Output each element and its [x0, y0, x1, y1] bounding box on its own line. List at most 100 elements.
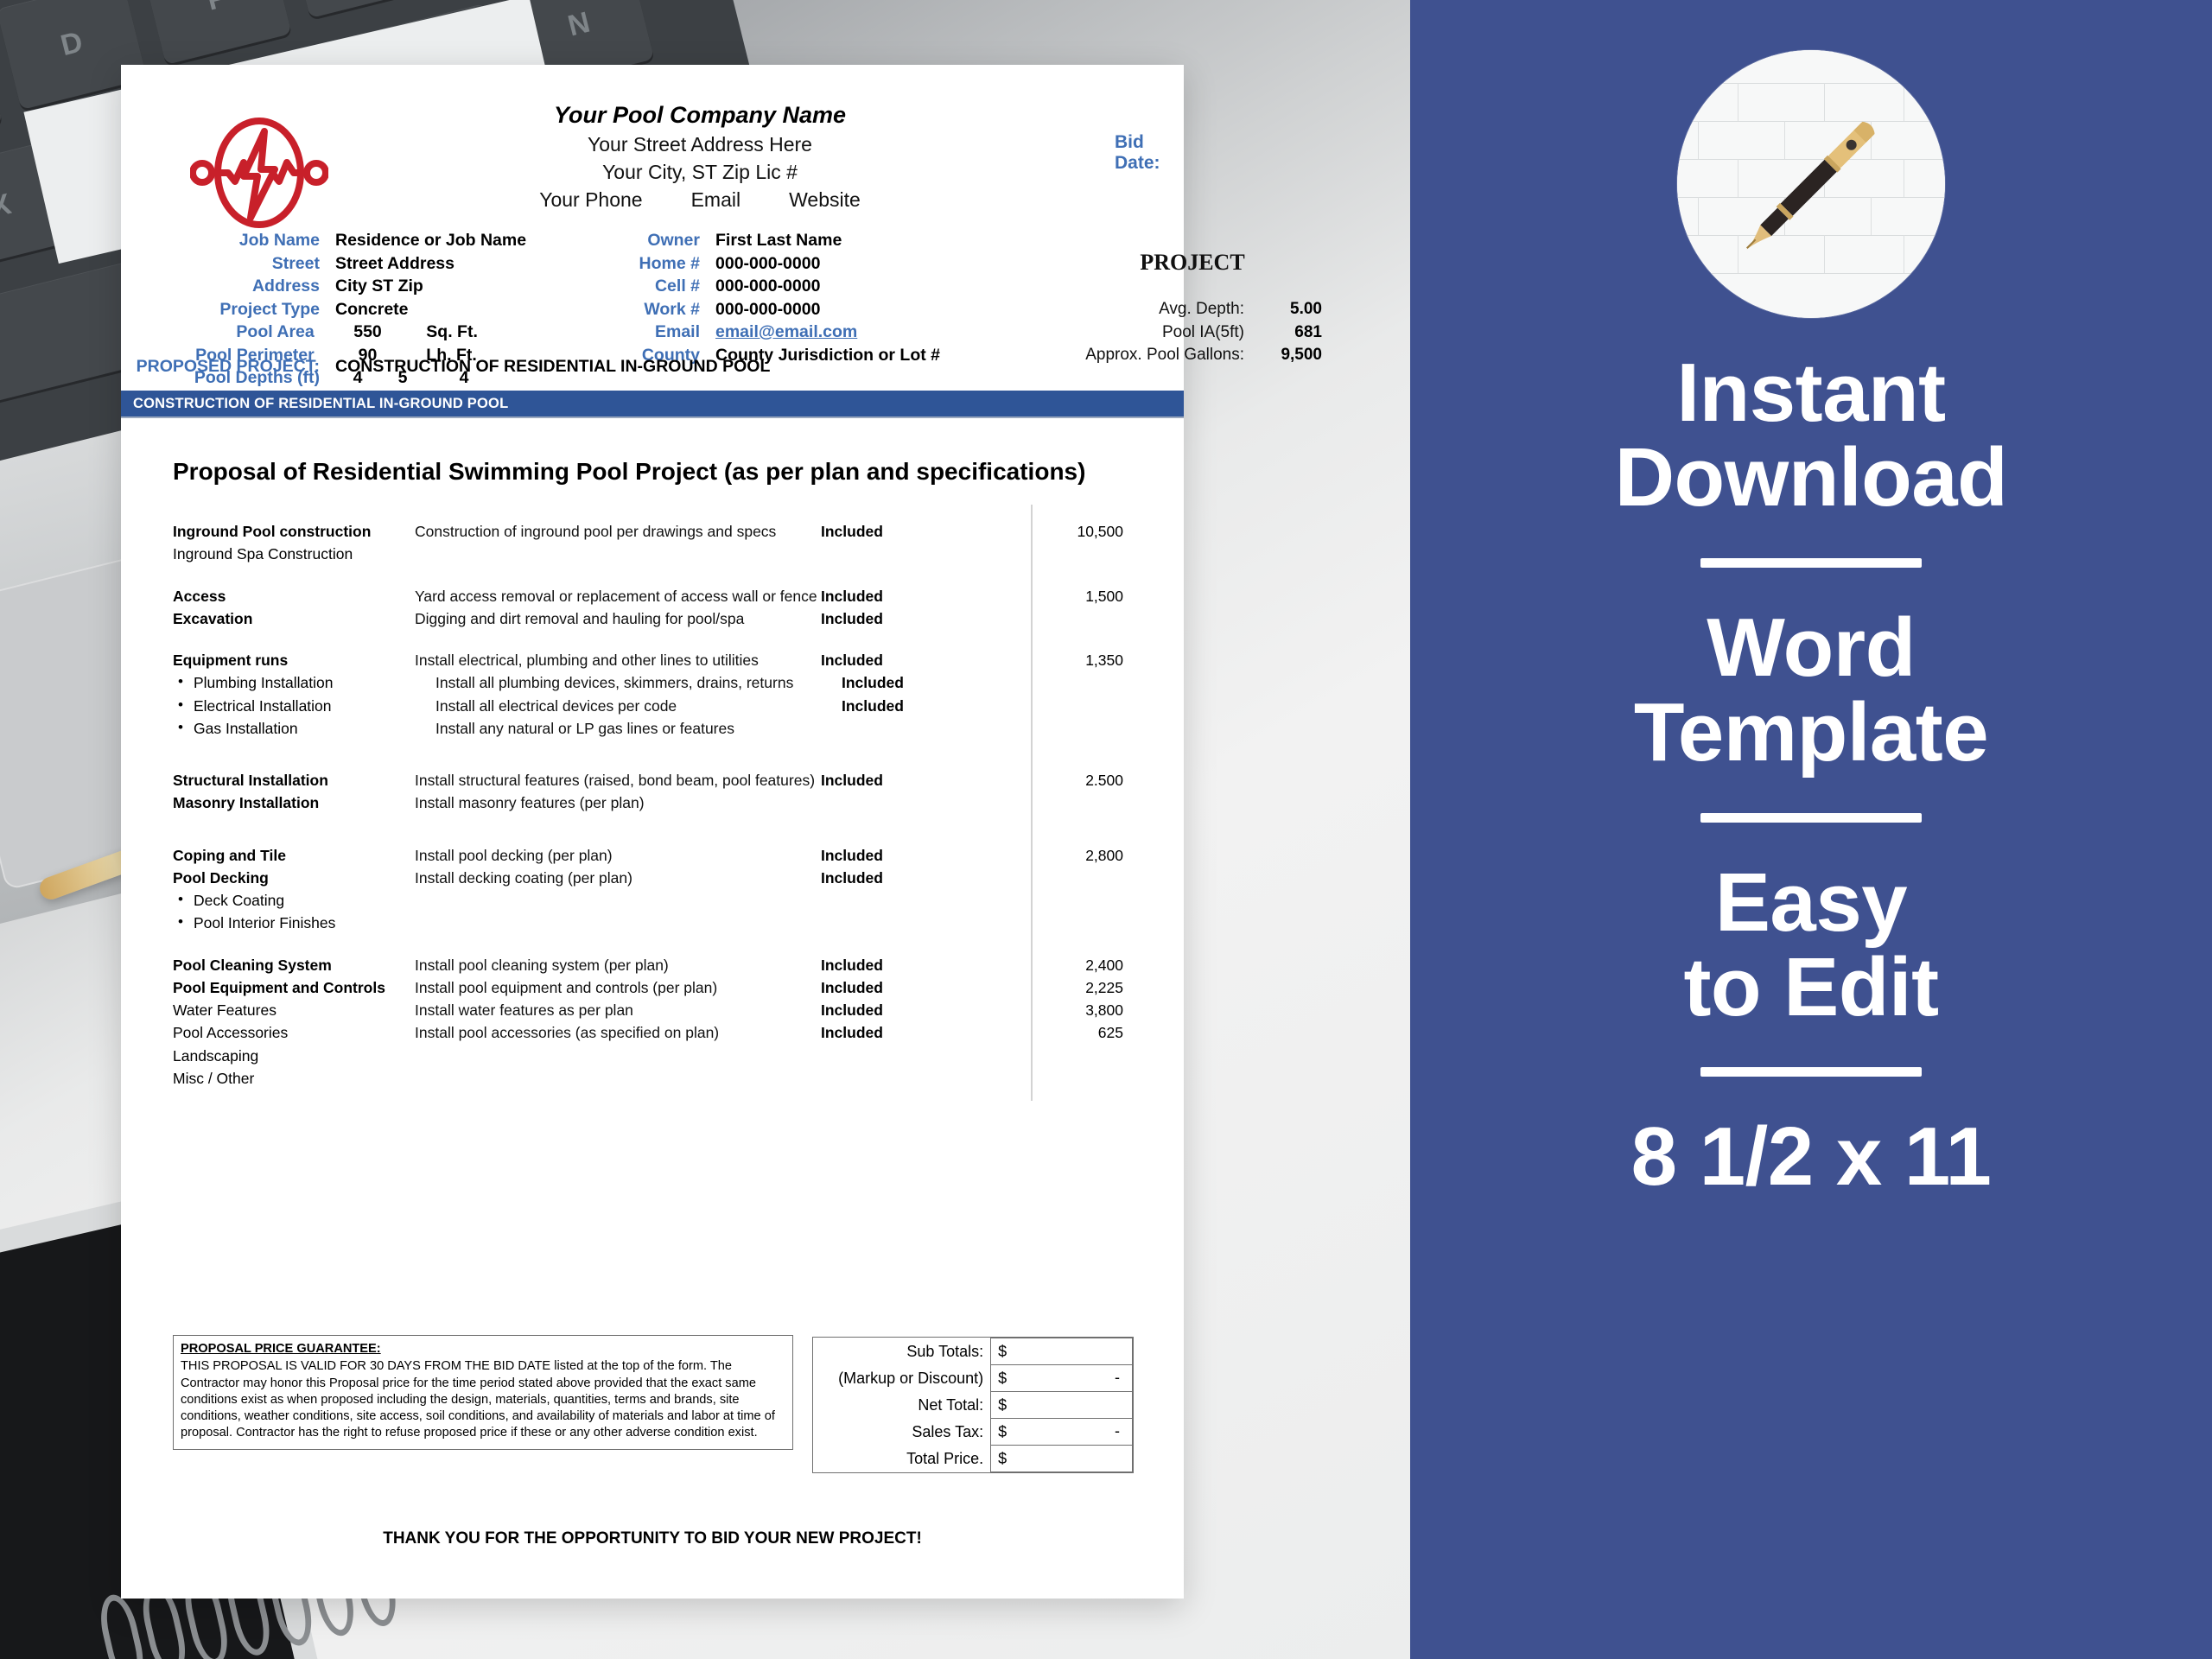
line-item-status: Included — [821, 523, 883, 540]
totals-label: Sub Totals: — [813, 1338, 992, 1365]
line-item-name: Gas Installation — [121, 716, 435, 740]
line-item-spacer — [121, 815, 1184, 844]
line-item-description: Digging and dirt removal and hauling for… — [415, 609, 745, 627]
line-item-spacer — [121, 935, 1184, 954]
field-value: Concrete — [335, 299, 409, 319]
line-item-status: Included — [842, 674, 904, 692]
totals-row: (Markup or Discount) $ - — [813, 1364, 1133, 1392]
line-item-name: Pool Accessories — [173, 1024, 289, 1042]
info-row: Home # 000-000-0000 — [553, 252, 1089, 276]
bid-date-label: Bid Date: — [1115, 132, 1160, 173]
line-item-row: Coping and Tile Install pool decking (per… — [121, 844, 1184, 867]
panel-divider — [1700, 557, 1922, 568]
panel-line-to-edit: to Edit — [1683, 940, 1939, 1033]
summary-label: Approx. Pool Gallons: — [1085, 346, 1244, 365]
line-item-amount: 625 — [1097, 1024, 1123, 1042]
line-item-name: Inground Spa Construction — [173, 545, 353, 563]
line-item-spacer — [121, 566, 1184, 585]
line-item-description: Install pool cleaning system (per plan) — [415, 956, 669, 974]
line-item-name: Masonry Installation — [173, 794, 320, 812]
field-label: Street — [271, 253, 320, 273]
proposed-project-value: CONSTRUCTION OF RESIDENTIAL IN-GROUND PO… — [335, 357, 771, 376]
totals-row: Sub Totals: $ — [813, 1338, 1133, 1365]
field-value: Residence or Job Name — [335, 231, 527, 250]
marketing-panel: Instant Download Word Template Easy to E… — [1410, 0, 2212, 1659]
totals-row: Sales Tax: $ - — [813, 1418, 1133, 1446]
info-row: Cell # 000-000-0000 — [553, 275, 1089, 298]
line-item-row: Electrical InstallationInstall all elect… — [121, 693, 1184, 717]
document-header: Your Pool Company Name Your Street Addre… — [121, 65, 1184, 229]
line-item-description: Construction of inground pool per drawin… — [415, 523, 777, 540]
totals-value-cell[interactable]: $ — [990, 1445, 1133, 1472]
pool-summary-block: Avg. Depth: 5.00 Pool IA(5ft) 681 Approx… — [976, 298, 1322, 367]
field-label: Address — [251, 276, 320, 296]
line-item-row: Pool Cleaning System Install pool cleanin… — [121, 954, 1184, 976]
totals-label: Total Price. — [813, 1445, 992, 1472]
line-item-amount: 10,500 — [1077, 523, 1123, 540]
panel-line-instant: Instant — [1676, 346, 1946, 439]
summary-row: Avg. Depth: 5.00 — [976, 298, 1322, 321]
proposed-project-row: PROPOSED PROJECT: CONSTRUCTION OF RESIDE… — [121, 357, 771, 377]
line-item-row: Structural Installation Install structura… — [121, 769, 1184, 791]
section-banner: CONSTRUCTION OF RESIDENTIAL IN-GROUND PO… — [121, 391, 1184, 418]
line-item-name: Pool Decking — [173, 868, 269, 887]
field-unit: Sq. Ft. — [426, 322, 478, 342]
totals-row: Net Total: $ — [813, 1391, 1133, 1419]
line-item-description: Install electrical, plumbing and other l… — [415, 652, 759, 669]
summary-label: Pool IA(5ft) — [1161, 322, 1244, 341]
email-link[interactable]: email@email.com — [715, 322, 857, 341]
summary-value: 9,500 — [1281, 346, 1322, 365]
project-heading: PROJECT — [1140, 250, 1245, 275]
line-item-amount: 2,400 — [1085, 956, 1123, 974]
field-value: 550 — [353, 322, 382, 342]
line-item-row: Equipment runs Install electrical, plumbi… — [121, 649, 1184, 671]
line-item-spacer — [121, 740, 1184, 769]
line-item-name: Equipment runs — [173, 652, 289, 669]
totals-value-cell[interactable]: $ - — [990, 1364, 1133, 1392]
line-item-row: Pool Interior Finishes — [121, 911, 1184, 934]
line-item-group: Access Yard access removal or replacement… — [121, 585, 1184, 631]
line-item-row: Landscaping — [121, 1045, 1184, 1067]
totals-value-cell[interactable]: $ — [990, 1338, 1133, 1365]
summary-row: Approx. Pool Gallons: 9,500 — [976, 344, 1322, 367]
screenshot-stage: A S D F G H Z X C V B N — [0, 0, 2212, 1659]
thank-you-message: THANK YOU FOR THE OPPORTUNITY TO BID YOU… — [383, 1529, 922, 1548]
field-value: First Last Name — [715, 231, 842, 250]
totals-value-cell[interactable]: $ - — [990, 1418, 1133, 1446]
line-item-status: Included — [821, 1024, 883, 1042]
totals-label: (Markup or Discount) — [813, 1364, 992, 1392]
line-item-description: Install all electrical devices per code — [435, 696, 677, 715]
line-item-status: Included — [821, 587, 883, 605]
totals-value: - — [1115, 1422, 1120, 1440]
summary-label: Avg. Depth: — [1159, 300, 1244, 318]
panel-line-size: 8 1/2 x 11 — [1630, 1110, 1992, 1204]
line-item-name: Plumbing Installation — [121, 671, 435, 694]
panel-divider — [1700, 1067, 1922, 1077]
line-item-group: Coping and Tile Install pool decking (per… — [121, 844, 1184, 935]
line-item-description: Yard access removal or replacement of ac… — [415, 587, 817, 605]
line-item-name: Pool Interior Finishes — [121, 911, 435, 934]
field-label: Project Type — [219, 299, 320, 319]
section-banner-text: CONSTRUCTION OF RESIDENTIAL IN-GROUND PO… — [133, 395, 509, 411]
line-item-name: Landscaping — [173, 1046, 259, 1065]
line-item-row: Water Features Install water features as … — [121, 999, 1184, 1021]
company-name: Your Pool Company Name — [553, 102, 847, 128]
totals-label: Sales Tax: — [813, 1418, 992, 1446]
line-item-group: Equipment runs Install electrical, plumbi… — [121, 649, 1184, 740]
line-item-row: Pool Accessories Install pool accessories… — [121, 1021, 1184, 1044]
info-row-pool-area: Pool Area 550 Sq. Ft. — [121, 321, 527, 344]
totals-value-cell[interactable]: $ — [990, 1391, 1133, 1419]
line-item-group: Pool Cleaning System Install pool cleanin… — [121, 954, 1184, 1090]
line-item-name: Water Features — [173, 1001, 276, 1019]
fountain-pen-icon — [1677, 50, 1945, 318]
info-row: Street Street Address — [121, 252, 527, 276]
field-value: Street Address — [335, 253, 454, 273]
company-website: Website — [789, 188, 861, 211]
keyboard-key: S — [0, 22, 3, 156]
line-item-description: Install any natural or LP gas lines or f… — [435, 719, 734, 737]
line-item-row: Pool Decking Install decking coating (per… — [121, 867, 1184, 889]
company-block: Your Pool Company Name Your Street Addre… — [493, 99, 907, 213]
company-city: Your City, ST Zip Lic # — [602, 160, 798, 183]
line-item-status: Included — [821, 846, 883, 864]
line-item-status: Included — [821, 978, 883, 996]
